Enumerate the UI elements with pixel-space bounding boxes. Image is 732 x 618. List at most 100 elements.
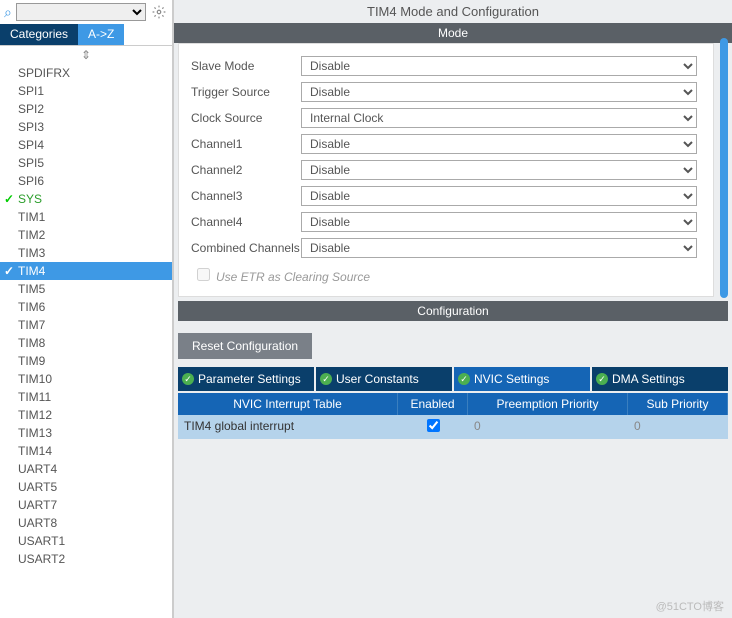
mode-row: Channel4Disable: [191, 212, 697, 232]
sidebar-item-tim6[interactable]: TIM6: [0, 298, 172, 316]
sidebar-item-tim4[interactable]: ✓ TIM4: [0, 262, 172, 280]
mode-label: Channel2: [191, 163, 301, 177]
list-item-label: SPI2: [18, 102, 44, 116]
sidebar-item-tim14[interactable]: TIM14: [0, 442, 172, 460]
tab-nvic-settings[interactable]: ✓NVIC Settings: [454, 367, 590, 391]
sidebar-item-tim10[interactable]: TIM10: [0, 370, 172, 388]
nvic-table-header: NVIC Interrupt Table Enabled Preemption …: [178, 393, 728, 415]
watermark: @51CTO博客: [656, 598, 724, 614]
list-item-label: SPI4: [18, 138, 44, 152]
list-item-label: TIM13: [18, 426, 52, 440]
sidebar-item-tim8[interactable]: TIM8: [0, 334, 172, 352]
list-item-label: TIM9: [18, 354, 45, 368]
mode-row: Clock SourceInternal Clock: [191, 108, 697, 128]
list-item-label: TIM6: [18, 300, 45, 314]
sidebar-item-tim7[interactable]: TIM7: [0, 316, 172, 334]
sidebar-item-tim3[interactable]: TIM3: [0, 244, 172, 262]
check-icon: ✓: [320, 373, 332, 385]
list-item-label: TIM8: [18, 336, 45, 350]
sidebar-item-spdifrx[interactable]: SPDIFRX: [0, 64, 172, 82]
sidebar-item-spi5[interactable]: SPI5: [0, 154, 172, 172]
nvic-preempt: 0: [468, 415, 628, 439]
list-item-label: TIM12: [18, 408, 52, 422]
reset-configuration-button[interactable]: Reset Configuration: [178, 333, 312, 359]
check-icon: ✓: [4, 264, 14, 278]
etr-checkbox[interactable]: [197, 268, 210, 281]
list-item-label: SYS: [18, 192, 42, 206]
mode-label: Combined Channels: [191, 241, 301, 255]
sidebar-item-sys[interactable]: ✓ SYS: [0, 190, 172, 208]
tab-user-constants[interactable]: ✓User Constants: [316, 367, 452, 391]
list-item-label: TIM11: [18, 390, 51, 404]
page-title: TIM4 Mode and Configuration: [174, 0, 732, 23]
check-icon: ✓: [458, 373, 470, 385]
sidebar-item-tim11[interactable]: TIM11: [0, 388, 172, 406]
sidebar-item-spi3[interactable]: SPI3: [0, 118, 172, 136]
tab-dma-settings[interactable]: ✓DMA Settings: [592, 367, 728, 391]
sidebar-item-uart8[interactable]: UART8: [0, 514, 172, 532]
mode-row: Channel1Disable: [191, 134, 697, 154]
list-item-label: SPI3: [18, 120, 44, 134]
list-item-label: SPI5: [18, 156, 44, 170]
sidebar-item-tim9[interactable]: TIM9: [0, 352, 172, 370]
list-item-label: TIM7: [18, 318, 45, 332]
mode-label: Clock Source: [191, 111, 301, 125]
sidebar-item-tim1[interactable]: TIM1: [0, 208, 172, 226]
check-icon: ✓: [4, 192, 14, 206]
mode-header: Mode: [174, 23, 732, 43]
expand-icon[interactable]: ⇕: [0, 46, 172, 64]
mode-label: Channel3: [191, 189, 301, 203]
mode-select-clock-source[interactable]: Internal Clock: [301, 108, 697, 128]
list-item-label: TIM10: [18, 372, 52, 386]
mode-select-channel2[interactable]: Disable: [301, 160, 697, 180]
sidebar-item-uart4[interactable]: UART4: [0, 460, 172, 478]
sidebar-item-usart1[interactable]: USART1: [0, 532, 172, 550]
list-item-label: UART5: [18, 480, 57, 494]
search-icon: ⌕: [4, 4, 12, 21]
list-item-label: SPI1: [18, 84, 44, 98]
mode-select-trigger-source[interactable]: Disable: [301, 82, 697, 102]
mode-label: Slave Mode: [191, 59, 301, 73]
list-item-label: TIM4: [18, 264, 45, 278]
gear-icon[interactable]: [150, 3, 168, 21]
mode-select-channel1[interactable]: Disable: [301, 134, 697, 154]
list-item-label: UART7: [18, 498, 57, 512]
list-item-label: USART1: [18, 534, 65, 548]
tab-categories[interactable]: Categories: [0, 24, 78, 45]
nvic-row: TIM4 global interrupt00: [178, 415, 728, 439]
sidebar-item-tim2[interactable]: TIM2: [0, 226, 172, 244]
list-item-label: TIM1: [18, 210, 45, 224]
mode-select-slave-mode[interactable]: Disable: [301, 56, 697, 76]
mode-row: Channel2Disable: [191, 160, 697, 180]
sidebar-item-spi1[interactable]: SPI1: [0, 82, 172, 100]
list-item-label: USART2: [18, 552, 65, 566]
tab-az[interactable]: A->Z: [78, 24, 124, 45]
list-item-label: TIM2: [18, 228, 45, 242]
sidebar-item-uart5[interactable]: UART5: [0, 478, 172, 496]
sidebar-item-spi2[interactable]: SPI2: [0, 100, 172, 118]
tab-parameter-settings[interactable]: ✓Parameter Settings: [178, 367, 314, 391]
sidebar-item-uart7[interactable]: UART7: [0, 496, 172, 514]
sidebar-item-spi4[interactable]: SPI4: [0, 136, 172, 154]
scrollbar[interactable]: [720, 38, 728, 298]
list-item-label: SPI6: [18, 174, 44, 188]
sidebar-item-spi6[interactable]: SPI6: [0, 172, 172, 190]
list-item-label: TIM3: [18, 246, 45, 260]
etr-checkbox-row: Use ETR as Clearing Source: [191, 264, 697, 284]
mode-label: Channel1: [191, 137, 301, 151]
mode-select-combined-channels[interactable]: Disable: [301, 238, 697, 258]
mode-select-channel4[interactable]: Disable: [301, 212, 697, 232]
mode-row: Slave ModeDisable: [191, 56, 697, 76]
sidebar-item-tim13[interactable]: TIM13: [0, 424, 172, 442]
nvic-sub: 0: [628, 415, 728, 439]
search-input[interactable]: [16, 3, 146, 21]
mode-select-channel3[interactable]: Disable: [301, 186, 697, 206]
mode-row: Trigger SourceDisable: [191, 82, 697, 102]
check-icon: ✓: [596, 373, 608, 385]
sidebar-item-tim12[interactable]: TIM12: [0, 406, 172, 424]
config-header: Configuration: [178, 301, 728, 321]
etr-label: Use ETR as Clearing Source: [216, 270, 370, 284]
sidebar-item-tim5[interactable]: TIM5: [0, 280, 172, 298]
nvic-enabled-checkbox[interactable]: [427, 419, 440, 432]
sidebar-item-usart2[interactable]: USART2: [0, 550, 172, 568]
